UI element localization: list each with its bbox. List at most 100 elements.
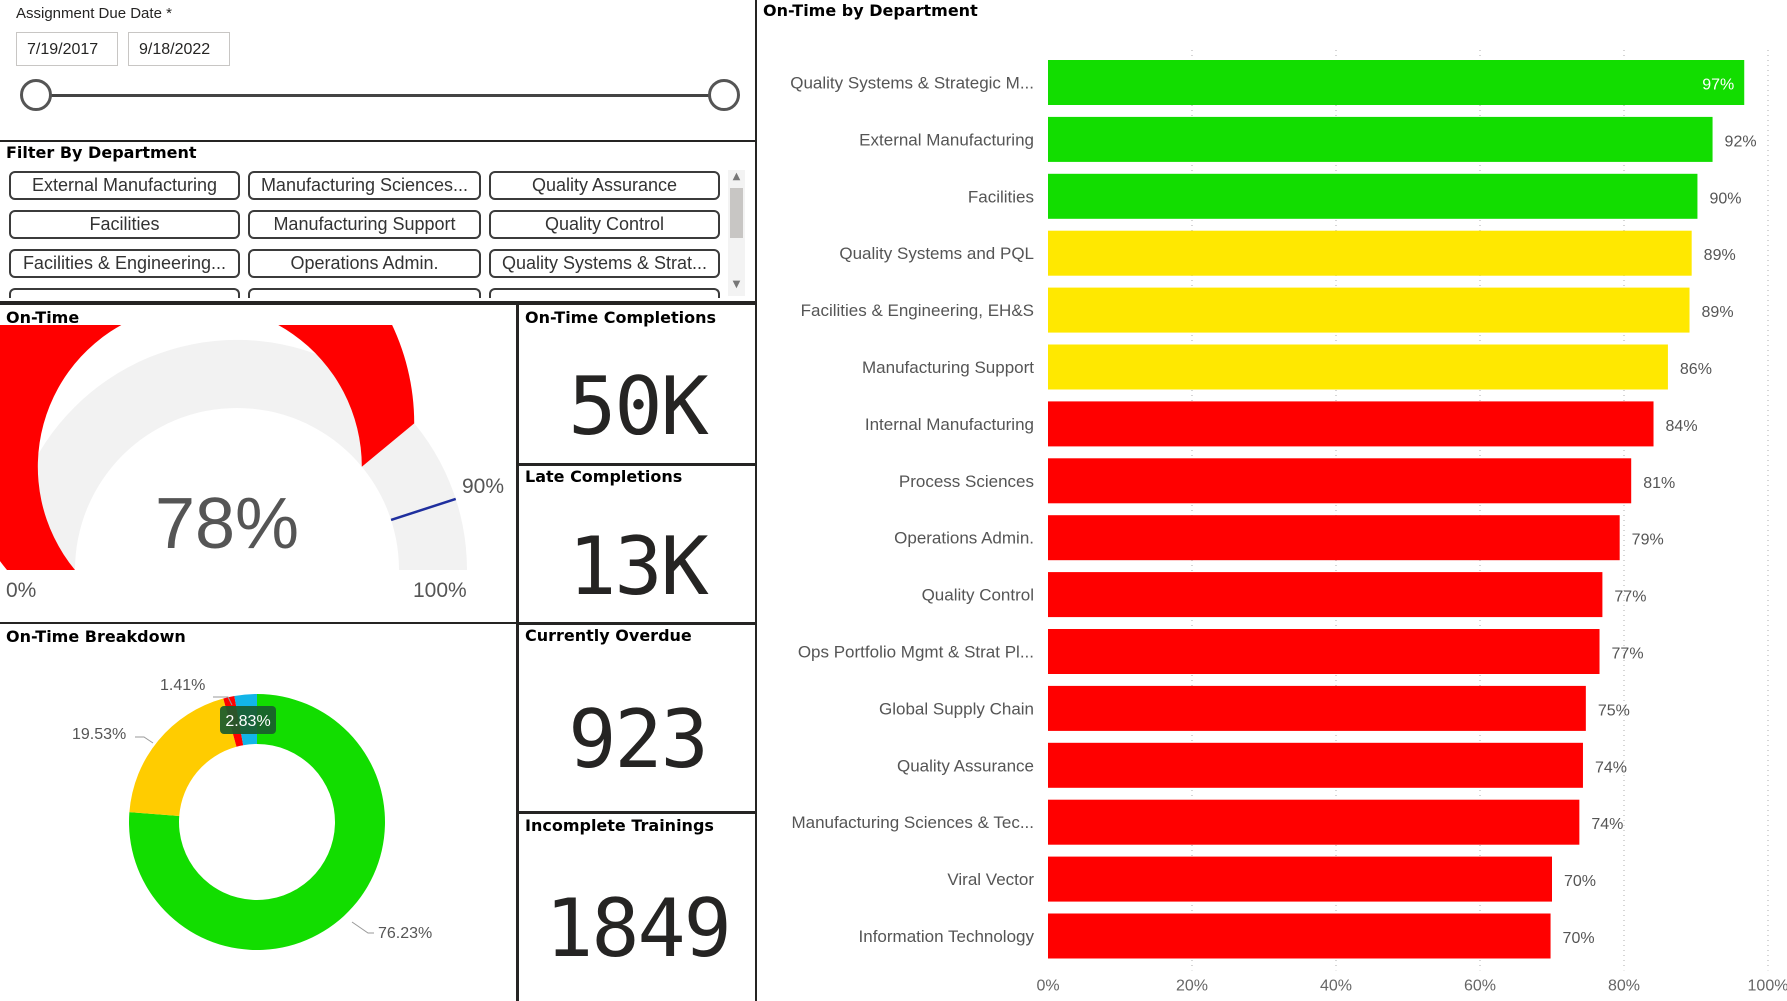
date-slicer-title: Assignment Due Date * [16, 5, 172, 22]
category-label: Quality Control [922, 586, 1034, 605]
tile-quality-assurance[interactable]: Quality Assurance [489, 171, 720, 200]
x-tick-label: 60% [1464, 977, 1496, 994]
x-tick-label: 20% [1176, 977, 1208, 994]
tile-manufacturing-sciences[interactable]: Manufacturing Sciences... [248, 171, 481, 200]
scroll-down-icon[interactable]: ▼ [729, 279, 744, 290]
category-label: Information Technology [859, 927, 1035, 946]
end-date-handle[interactable] [708, 79, 740, 111]
donut-tooltip-label: 2.83% [225, 713, 270, 730]
filter-top-border [0, 140, 755, 142]
category-label: External Manufacturing [859, 130, 1034, 149]
filter-title: Filter By Department [6, 143, 197, 162]
x-tick-label: 100% [1748, 977, 1787, 994]
date-slicer: Assignment Due Date * 7/19/2017 9/18/202… [0, 0, 755, 140]
department-bar[interactable] [1048, 742, 1583, 788]
donut-leader-line [351, 921, 374, 934]
currently-overdue-title: Currently Overdue [525, 626, 692, 645]
category-label: Operations Admin. [894, 529, 1034, 548]
bar-value-label: 81% [1643, 475, 1675, 492]
bar-value-label: 75% [1598, 702, 1630, 719]
breakdown-title: On-Time Breakdown [6, 627, 186, 646]
gauge-target-label: 90% [462, 475, 505, 498]
incomplete-trainings-value: 1849 [545, 882, 732, 975]
tile-partial-3[interactable] [489, 288, 720, 298]
department-bar[interactable] [1048, 401, 1654, 447]
bar-value-label: 84% [1666, 418, 1698, 435]
department-bar[interactable] [1048, 856, 1552, 902]
tile-manufacturing-support[interactable]: Manufacturing Support [248, 210, 481, 239]
tile-facilities[interactable]: Facilities [9, 210, 240, 239]
category-label: Manufacturing Sciences & Tec... [791, 813, 1034, 832]
tile-quality-systems[interactable]: Quality Systems & Strat... [489, 249, 720, 278]
end-date-input[interactable]: 9/18/2022 [128, 32, 230, 66]
bar-value-label: 70% [1563, 930, 1595, 947]
incomplete-trainings-title: Incomplete Trainings [525, 816, 714, 835]
department-bar[interactable] [1048, 629, 1600, 674]
department-bar[interactable] [1048, 515, 1620, 561]
department-bar[interactable] [1048, 458, 1632, 504]
late-completions-title: Late Completions [525, 467, 683, 486]
category-label: Global Supply Chain [879, 699, 1034, 718]
bar-value-label: 77% [1614, 589, 1646, 606]
gauge-max-label: 100% [413, 579, 467, 602]
donut-label-overdue: 1.41% [160, 677, 205, 694]
card1-bottom-border [517, 463, 756, 466]
department-bar[interactable] [1048, 230, 1692, 276]
department-bar[interactable] [1048, 287, 1690, 333]
tile-partial-2[interactable] [248, 288, 481, 298]
on-time-completions-title: On-Time Completions [525, 308, 717, 327]
department-bar[interactable] [1048, 913, 1551, 959]
on-time-gauge [0, 325, 467, 570]
gauge-bottom-border [0, 622, 518, 624]
category-label: Quality Systems & Strategic M... [790, 74, 1034, 93]
tile-external-manufacturing[interactable]: External Manufacturing [9, 171, 240, 200]
x-tick-label: 40% [1320, 977, 1352, 994]
date-range-track[interactable] [36, 94, 724, 97]
on-time-completions-value: 50K [568, 360, 709, 453]
scroll-up-icon[interactable]: ▲ [729, 171, 744, 182]
bar-value-label: 74% [1595, 759, 1627, 776]
category-label: Manufacturing Support [862, 358, 1034, 377]
tile-partial-1[interactable] [9, 288, 240, 298]
bar-value-label: 70% [1564, 873, 1596, 890]
donut-leader-line [135, 736, 154, 744]
bar-value-label: 74% [1591, 816, 1623, 833]
category-label: Quality Systems and PQL [839, 244, 1034, 263]
filter-scroll-thumb[interactable] [730, 188, 743, 238]
category-label: Ops Portfolio Mgmt & Strat Pl... [798, 643, 1034, 662]
tile-operations-admin[interactable]: Operations Admin. [248, 249, 481, 278]
department-bar[interactable] [1048, 116, 1713, 162]
start-date-handle[interactable] [20, 79, 52, 111]
filter-bottom-border [0, 301, 755, 305]
late-completions-value: 13K [568, 520, 709, 613]
currently-overdue-value: 923 [568, 693, 709, 786]
x-tick-label: 80% [1608, 977, 1640, 994]
gauge-value: 78% [154, 484, 300, 564]
x-tick-label: 0% [1036, 977, 1059, 994]
bar-value-label: 97% [1702, 77, 1734, 94]
card3-bottom-border [517, 811, 756, 814]
category-label: Facilities [968, 187, 1034, 206]
category-label: Internal Manufacturing [865, 415, 1034, 434]
category-label: Viral Vector [947, 870, 1034, 889]
start-date-input[interactable]: 7/19/2017 [16, 32, 118, 66]
department-bar-chart: Quality Systems & Strategic M... External… [790, 50, 1787, 994]
bar-value-label: 90% [1709, 190, 1741, 207]
tile-facilities-engineering[interactable]: Facilities & Engineering... [9, 249, 240, 278]
category-label: Process Sciences [899, 472, 1034, 491]
donut-label-late: 19.53% [72, 726, 126, 743]
department-bar[interactable] [1048, 685, 1586, 731]
on-time-breakdown-donut: 2.83% 76.23% 19.53% 1.41% [72, 677, 432, 950]
department-bar[interactable] [1048, 799, 1580, 845]
card2-bottom-border [517, 622, 756, 625]
department-bar[interactable] [1048, 344, 1668, 390]
department-bar[interactable] [1048, 173, 1698, 219]
bar-value-label: 79% [1632, 532, 1664, 549]
department-bar[interactable] [1048, 60, 1745, 105]
category-label: Facilities & Engineering, EH&S [801, 301, 1034, 320]
category-label: Quality Assurance [897, 756, 1034, 775]
tile-quality-control[interactable]: Quality Control [489, 210, 720, 239]
bar-value-label: 77% [1612, 646, 1644, 663]
department-bar[interactable] [1048, 572, 1603, 618]
bar-value-label: 86% [1680, 361, 1712, 378]
